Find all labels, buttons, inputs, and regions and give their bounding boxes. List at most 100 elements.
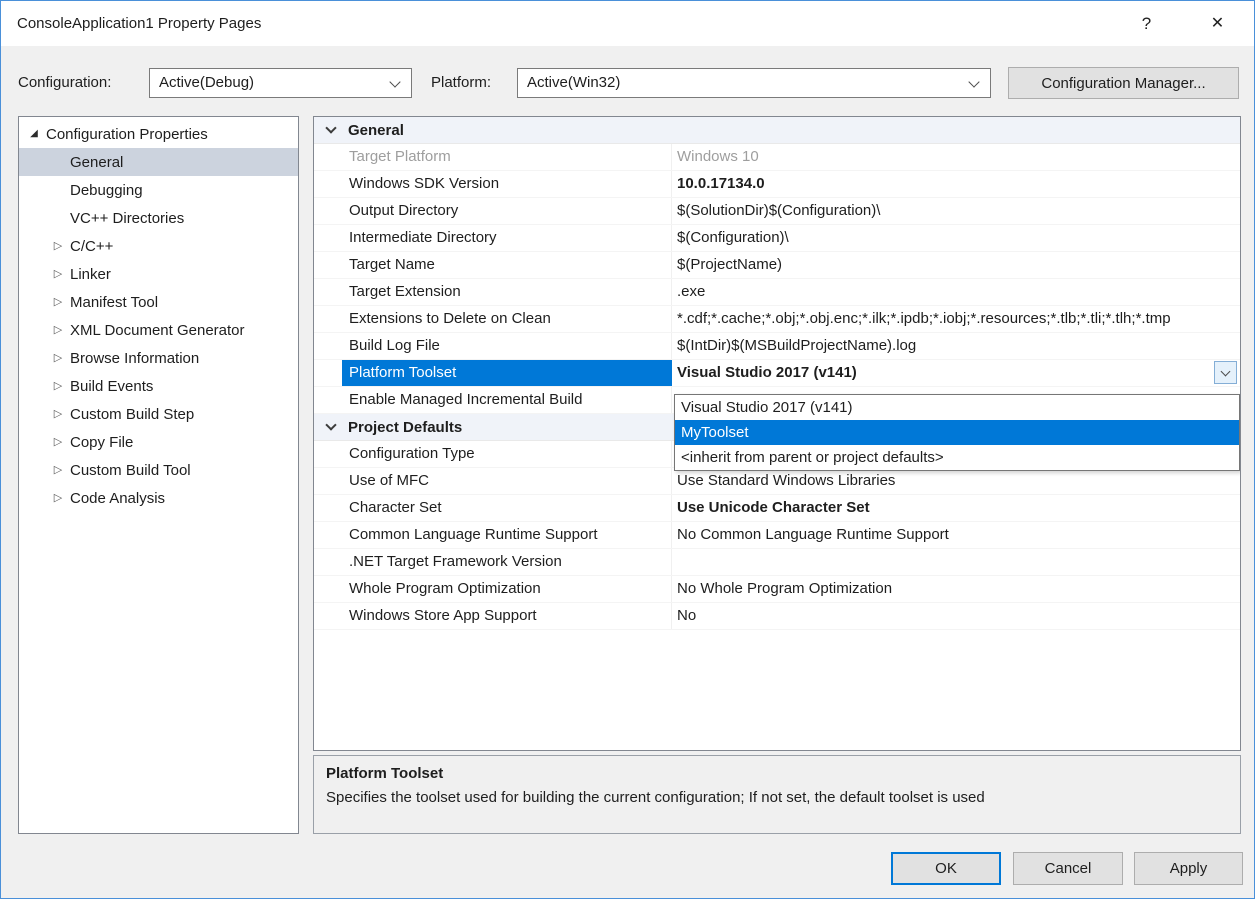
- toolset-dropdown-list: Visual Studio 2017 (v141)MyToolset<inher…: [674, 394, 1240, 471]
- property-value[interactable]: 10.0.17134.0: [672, 171, 1240, 197]
- tree-item-copy-file[interactable]: ▷Copy File: [19, 428, 298, 456]
- property-value-text: $(ProjectName): [677, 256, 782, 273]
- chevron-down-icon: [389, 76, 400, 87]
- dropdown-option-mytoolset[interactable]: MyToolset: [675, 420, 1239, 445]
- property-value[interactable]: $(ProjectName): [672, 252, 1240, 278]
- description-title: Platform Toolset: [326, 765, 1228, 782]
- property-name[interactable]: Character Set: [342, 495, 672, 521]
- property-row-build-log-file: Build Log File$(IntDir)$(MSBuildProjectN…: [314, 333, 1240, 360]
- property-value[interactable]: Visual Studio 2017 (v141): [672, 360, 1240, 386]
- tree-item-custom-build-step[interactable]: ▷Custom Build Step: [19, 400, 298, 428]
- property-row-extensions-to-delete-on-clean: Extensions to Delete on Clean*.cdf;*.cac…: [314, 306, 1240, 333]
- property-name[interactable]: Target Platform: [342, 144, 672, 170]
- property-row-intermediate-directory: Intermediate Directory$(Configuration)\: [314, 225, 1240, 252]
- property-name[interactable]: Target Extension: [342, 279, 672, 305]
- tree-collapsed-icon[interactable]: ▷: [50, 260, 66, 288]
- tree-item-label: Debugging: [66, 182, 143, 199]
- property-name[interactable]: Windows SDK Version: [342, 171, 672, 197]
- tree-item-label: Build Events: [66, 378, 153, 395]
- apply-button[interactable]: Apply: [1134, 852, 1243, 885]
- property-value-text: $(SolutionDir)$(Configuration)\: [677, 202, 880, 219]
- chevron-down-icon: [1221, 367, 1231, 377]
- tree-collapsed-icon[interactable]: ▷: [50, 484, 66, 512]
- tree-collapsed-icon[interactable]: ▷: [50, 232, 66, 260]
- property-value[interactable]: $(SolutionDir)$(Configuration)\: [672, 198, 1240, 224]
- property-name[interactable]: Extensions to Delete on Clean: [342, 306, 672, 332]
- property-value[interactable]: $(Configuration)\: [672, 225, 1240, 251]
- tree-item-label: Linker: [66, 266, 111, 283]
- property-name[interactable]: Intermediate Directory: [342, 225, 672, 251]
- property-name[interactable]: Enable Managed Incremental Build: [342, 387, 672, 413]
- property-name[interactable]: Use of MFC: [342, 468, 672, 494]
- property-name[interactable]: Build Log File: [342, 333, 672, 359]
- property-name[interactable]: Windows Store App Support: [342, 603, 672, 629]
- tree-item-debugging[interactable]: Debugging: [19, 176, 298, 204]
- property-row-target-extension: Target Extension.exe: [314, 279, 1240, 306]
- tree-collapsed-icon[interactable]: ▷: [50, 288, 66, 316]
- window-title: ConsoleApplication1 Property Pages: [17, 1, 261, 46]
- tree-item-linker[interactable]: ▷Linker: [19, 260, 298, 288]
- tree-item-code-analysis[interactable]: ▷Code Analysis: [19, 484, 298, 512]
- row-gutter: [314, 279, 342, 305]
- property-value-text: 10.0.17134.0: [677, 175, 765, 192]
- property-value[interactable]: *.cdf;*.cache;*.obj;*.obj.enc;*.ilk;*.ip…: [672, 306, 1240, 332]
- property-value[interactable]: .exe: [672, 279, 1240, 305]
- description-panel: Platform Toolset Specifies the toolset u…: [313, 755, 1241, 834]
- property-name[interactable]: Common Language Runtime Support: [342, 522, 672, 548]
- property-value-text: Windows 10: [677, 148, 759, 165]
- property-value[interactable]: No: [672, 603, 1240, 629]
- property-value[interactable]: $(IntDir)$(MSBuildProjectName).log: [672, 333, 1240, 359]
- tree-expanded-icon[interactable]: ◢: [26, 120, 42, 148]
- dropdown-option-inherit-from-parent-or-project-defaults[interactable]: <inherit from parent or project defaults…: [675, 445, 1239, 470]
- titlebar: ConsoleApplication1 Property Pages ? ✕: [1, 1, 1254, 46]
- dropdown-option-visual-studio-2017-v141[interactable]: Visual Studio 2017 (v141): [675, 395, 1239, 420]
- tree-collapsed-icon[interactable]: ▷: [50, 428, 66, 456]
- property-name[interactable]: Target Name: [342, 252, 672, 278]
- row-gutter: [314, 198, 342, 224]
- property-name[interactable]: Configuration Type: [342, 441, 672, 467]
- configuration-manager-button[interactable]: Configuration Manager...: [1008, 67, 1239, 99]
- property-value-text: No Whole Program Optimization: [677, 580, 892, 597]
- tree-item-build-events[interactable]: ▷Build Events: [19, 372, 298, 400]
- configuration-select[interactable]: Active(Debug): [149, 68, 412, 98]
- property-value[interactable]: Use Unicode Character Set: [672, 495, 1240, 521]
- property-name[interactable]: Whole Program Optimization: [342, 576, 672, 602]
- tree-collapsed-icon[interactable]: ▷: [50, 372, 66, 400]
- property-name[interactable]: Platform Toolset: [342, 360, 672, 386]
- tree-item-custom-build-tool[interactable]: ▷Custom Build Tool: [19, 456, 298, 484]
- tree-item-browse-information[interactable]: ▷Browse Information: [19, 344, 298, 372]
- section-title: Project Defaults: [348, 419, 462, 436]
- section-header-general[interactable]: General: [314, 117, 1240, 144]
- chevron-down-icon: [325, 419, 336, 430]
- tree-item-xml-document-generator[interactable]: ▷XML Document Generator: [19, 316, 298, 344]
- tree-item-vc-directories[interactable]: VC++ Directories: [19, 204, 298, 232]
- property-name[interactable]: .NET Target Framework Version: [342, 549, 672, 575]
- row-gutter: [314, 306, 342, 332]
- tree-root-configuration-properties[interactable]: ◢Configuration Properties: [19, 120, 298, 148]
- tree-item-general[interactable]: General: [19, 148, 298, 176]
- cancel-button[interactable]: Cancel: [1013, 852, 1123, 885]
- help-button[interactable]: ?: [1124, 1, 1169, 46]
- tree-collapsed-icon[interactable]: ▷: [50, 400, 66, 428]
- property-name[interactable]: Output Directory: [342, 198, 672, 224]
- tree-item-label: Copy File: [66, 434, 133, 451]
- tree-collapsed-icon[interactable]: ▷: [50, 316, 66, 344]
- tree-item-c-c[interactable]: ▷C/C++: [19, 232, 298, 260]
- tree-item-label: General: [66, 154, 123, 171]
- tree-collapsed-icon[interactable]: ▷: [50, 344, 66, 372]
- property-value-text: Use Standard Windows Libraries: [677, 472, 895, 489]
- toolset-dropdown-button[interactable]: [1214, 361, 1237, 384]
- platform-select[interactable]: Active(Win32): [517, 68, 991, 98]
- property-value[interactable]: No Common Language Runtime Support: [672, 522, 1240, 548]
- tree-collapsed-icon[interactable]: ▷: [50, 456, 66, 484]
- property-value[interactable]: No Whole Program Optimization: [672, 576, 1240, 602]
- ok-button[interactable]: OK: [891, 852, 1001, 885]
- property-value[interactable]: [672, 549, 1240, 575]
- property-value[interactable]: Windows 10: [672, 144, 1240, 170]
- property-value-text: Use Unicode Character Set: [677, 499, 870, 516]
- configuration-label: Configuration:: [18, 68, 111, 98]
- tree-item-manifest-tool[interactable]: ▷Manifest Tool: [19, 288, 298, 316]
- config-tree: ◢Configuration Properties General Debuggin…: [18, 116, 299, 834]
- close-button[interactable]: ✕: [1195, 1, 1240, 46]
- property-value[interactable]: Use Standard Windows Libraries: [672, 468, 1240, 494]
